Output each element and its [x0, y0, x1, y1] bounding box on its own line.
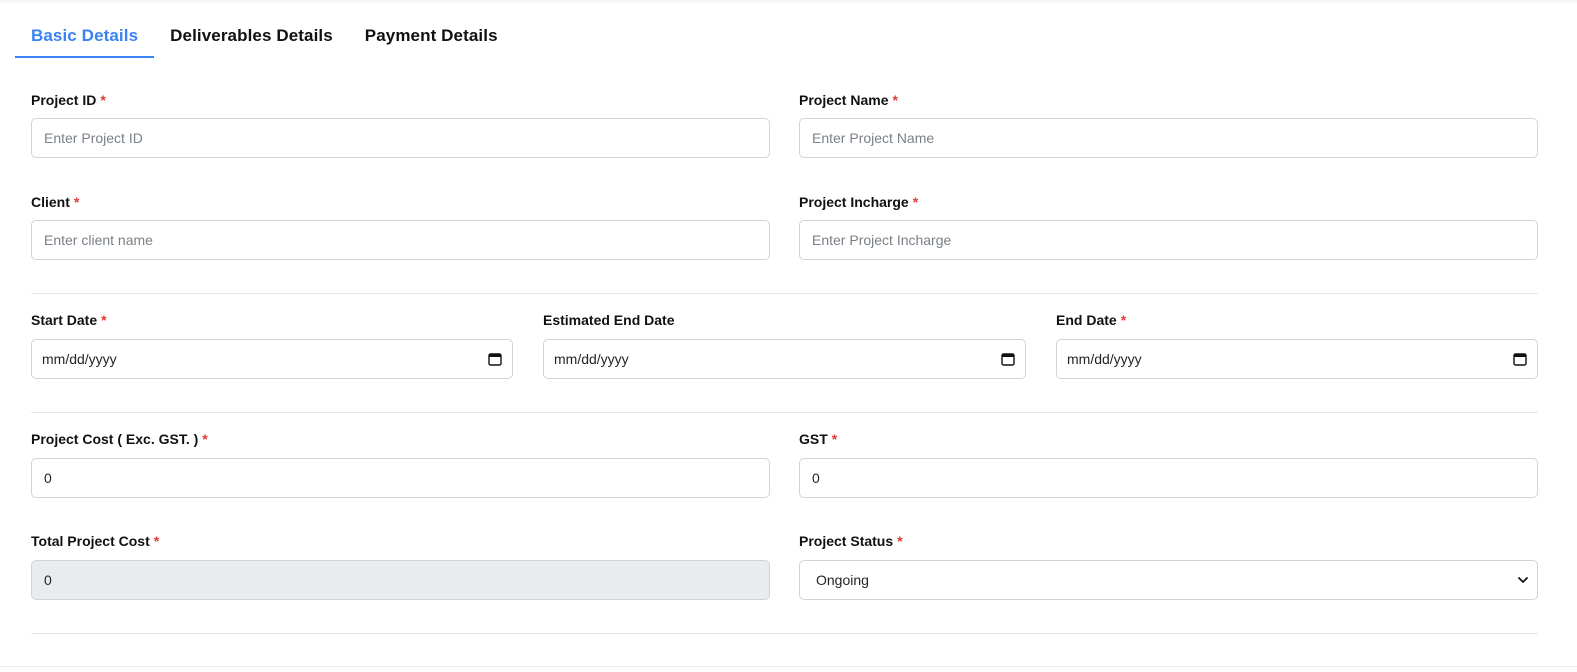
gst-label: GST * — [799, 431, 837, 447]
end-date-label-text: End Date — [1056, 312, 1117, 328]
section-divider — [31, 412, 1538, 413]
client-label-text: Client — [31, 194, 70, 210]
project-incharge-label: Project Incharge * — [799, 194, 918, 210]
project-status-select[interactable]: Ongoing — [799, 560, 1538, 600]
section-divider — [31, 293, 1538, 294]
end-date-label: End Date * — [1056, 312, 1126, 328]
end-date-input[interactable]: mm/dd/yyyy — [1056, 339, 1538, 379]
total-project-cost-label: Total Project Cost * — [31, 533, 159, 549]
calendar-icon[interactable] — [488, 352, 502, 366]
chevron-down-icon — [1518, 577, 1528, 583]
project-status-value: Ongoing — [816, 572, 869, 588]
project-name-label: Project Name * — [799, 92, 898, 108]
project-name-input[interactable] — [799, 118, 1538, 158]
top-shadow — [0, 0, 1577, 4]
start-date-label-text: Start Date — [31, 312, 98, 328]
project-incharge-label-text: Project Incharge — [799, 194, 909, 210]
tab-payment-details[interactable]: Payment Details — [349, 18, 514, 58]
gst-label-text: GST — [799, 431, 828, 447]
estimated-end-date-value: mm/dd/yyyy — [554, 351, 629, 367]
start-date-label: Start Date * — [31, 312, 107, 328]
required-marker: * — [202, 431, 208, 447]
required-marker: * — [897, 533, 903, 549]
estimated-end-date-label-text: Estimated End Date — [543, 312, 675, 328]
start-date-input[interactable]: mm/dd/yyyy — [31, 339, 513, 379]
bottom-divider — [0, 666, 1577, 667]
required-marker: * — [1120, 312, 1127, 328]
end-date-value: mm/dd/yyyy — [1067, 351, 1142, 367]
estimated-end-date-input[interactable]: mm/dd/yyyy — [543, 339, 1026, 379]
required-marker: * — [153, 533, 160, 549]
required-marker: * — [100, 92, 106, 108]
project-cost-input[interactable] — [31, 458, 770, 498]
estimated-end-date-label: Estimated End Date — [543, 312, 674, 328]
required-marker: * — [101, 312, 107, 328]
project-id-label: Project ID * — [31, 92, 106, 108]
project-id-input[interactable] — [31, 118, 770, 158]
tab-bar: Basic Details Deliverables Details Payme… — [15, 18, 514, 58]
project-status-label: Project Status * — [799, 533, 903, 549]
calendar-icon[interactable] — [1513, 352, 1527, 366]
required-marker: * — [73, 194, 80, 210]
project-status-label-text: Project Status — [799, 533, 894, 549]
section-divider — [31, 633, 1538, 634]
start-date-value: mm/dd/yyyy — [42, 351, 117, 367]
total-project-cost-label-text: Total Project Cost — [31, 533, 150, 549]
required-marker: * — [912, 194, 919, 210]
calendar-icon[interactable] — [1001, 352, 1015, 366]
project-incharge-input[interactable] — [799, 220, 1538, 260]
required-marker: * — [831, 431, 838, 447]
project-id-label-text: Project ID — [31, 92, 97, 108]
required-marker: * — [892, 92, 898, 108]
project-cost-label: Project Cost ( Exc. GST. ) * — [31, 431, 208, 447]
total-project-cost-input — [31, 560, 770, 600]
tab-basic-details[interactable]: Basic Details — [15, 18, 155, 58]
client-input[interactable] — [31, 220, 770, 260]
tab-deliverables-details[interactable]: Deliverables Details — [154, 18, 349, 58]
gst-input[interactable] — [799, 458, 1538, 498]
client-label: Client * — [31, 194, 79, 210]
project-cost-label-text: Project Cost ( Exc. GST. ) — [31, 431, 199, 447]
project-name-label-text: Project Name — [799, 92, 889, 108]
